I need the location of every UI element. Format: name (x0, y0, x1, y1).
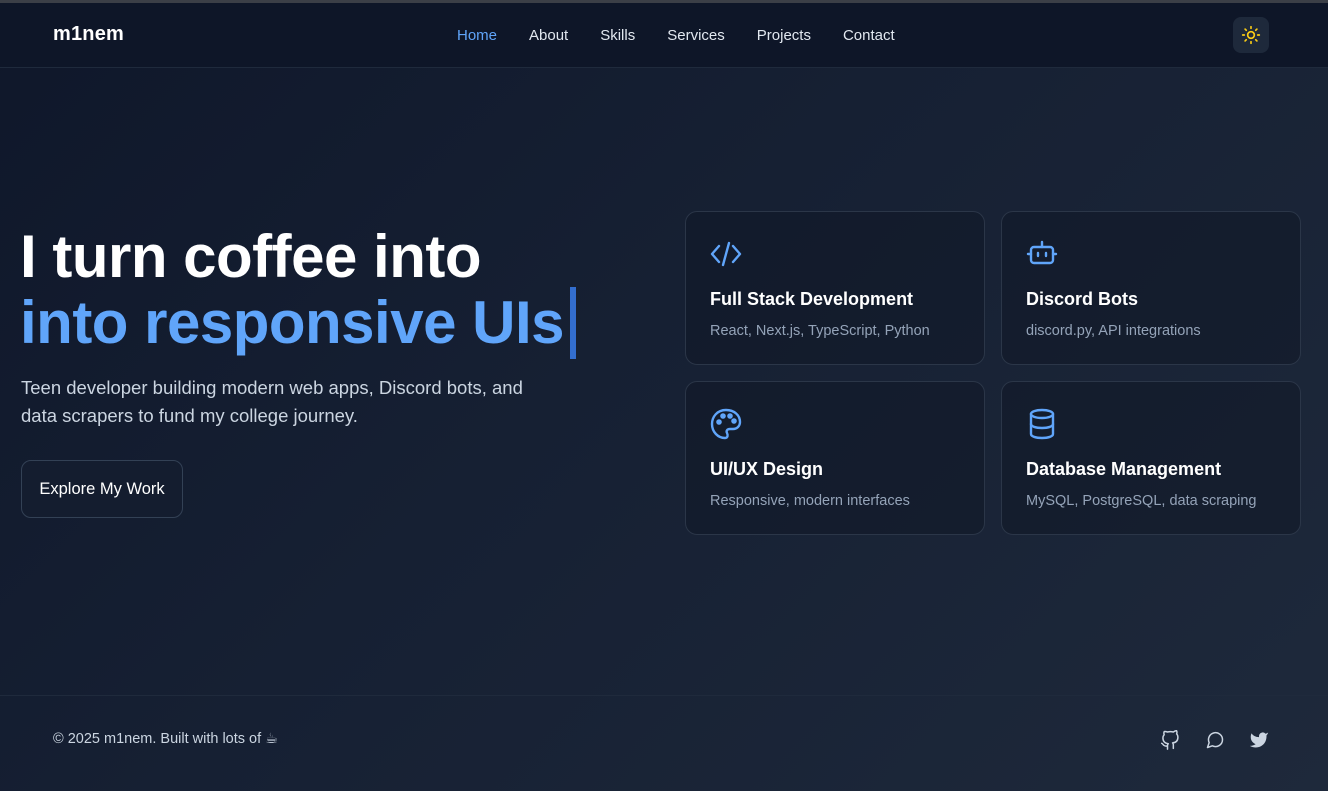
card-description: React, Next.js, TypeScript, Python (710, 323, 930, 339)
twitter-icon (1249, 732, 1269, 748)
github-link[interactable] (1158, 728, 1182, 752)
chat-icon (1206, 731, 1224, 749)
github-icon (1160, 730, 1179, 750)
card-description: MySQL, PostgreSQL, data scraping (1026, 493, 1257, 509)
card-discord-bots[interactable]: Discord Bots discord.py, API integration… (1001, 211, 1301, 365)
card-title: Database Management (1026, 459, 1222, 479)
palette-icon (710, 408, 742, 440)
hero-title-line1: I turn coffee into (20, 223, 481, 290)
card-title: UI/UX Design (710, 459, 824, 479)
explore-work-button[interactable]: Explore My Work (21, 460, 183, 518)
hero-title-line2: into responsive UIs (20, 287, 576, 359)
theme-toggle-button[interactable] (1233, 17, 1269, 53)
hero-title: I turn coffee into into responsive UIs (20, 227, 576, 359)
nav-link-home[interactable]: Home (457, 27, 497, 45)
card-ui-ux[interactable]: UI/UX Design Responsive, modern interfac… (685, 381, 985, 535)
code-icon (710, 241, 742, 267)
card-database[interactable]: Database Management MySQL, PostgreSQL, d… (1001, 381, 1301, 535)
card-title: Full Stack Development (710, 289, 914, 309)
database-icon (1029, 408, 1055, 440)
card-description: Responsive, modern interfaces (710, 493, 910, 509)
site-logo[interactable]: m1nem (53, 23, 124, 46)
bot-icon (1026, 240, 1058, 265)
nav-link-skills[interactable]: Skills (600, 27, 635, 45)
nav-menu: Home About Skills Services Projects Cont… (457, 27, 927, 45)
footer: © 2025 m1nem. Built with lots of ☕ (0, 695, 1328, 791)
card-title: Discord Bots (1026, 289, 1139, 309)
hero-subtitle: Teen developer building modern web apps,… (21, 377, 523, 426)
nav-link-services[interactable]: Services (667, 27, 725, 45)
typing-cursor (569, 287, 576, 359)
card-full-stack[interactable]: Full Stack Development React, Next.js, T… (685, 211, 985, 365)
nav-link-projects[interactable]: Projects (757, 27, 811, 45)
sun-icon (1241, 25, 1261, 45)
chat-link[interactable] (1203, 728, 1227, 752)
copyright-text: © 2025 m1nem. Built with lots of ☕ (53, 731, 279, 747)
card-description: discord.py, API integrations (1026, 323, 1201, 339)
hero-title-typed-text: into responsive UIs (20, 289, 564, 356)
navbar: m1nem Home About Skills Services Project… (0, 3, 1328, 68)
nav-link-contact[interactable]: Contact (843, 27, 895, 45)
nav-link-about[interactable]: About (529, 27, 568, 45)
twitter-link[interactable] (1247, 728, 1271, 752)
